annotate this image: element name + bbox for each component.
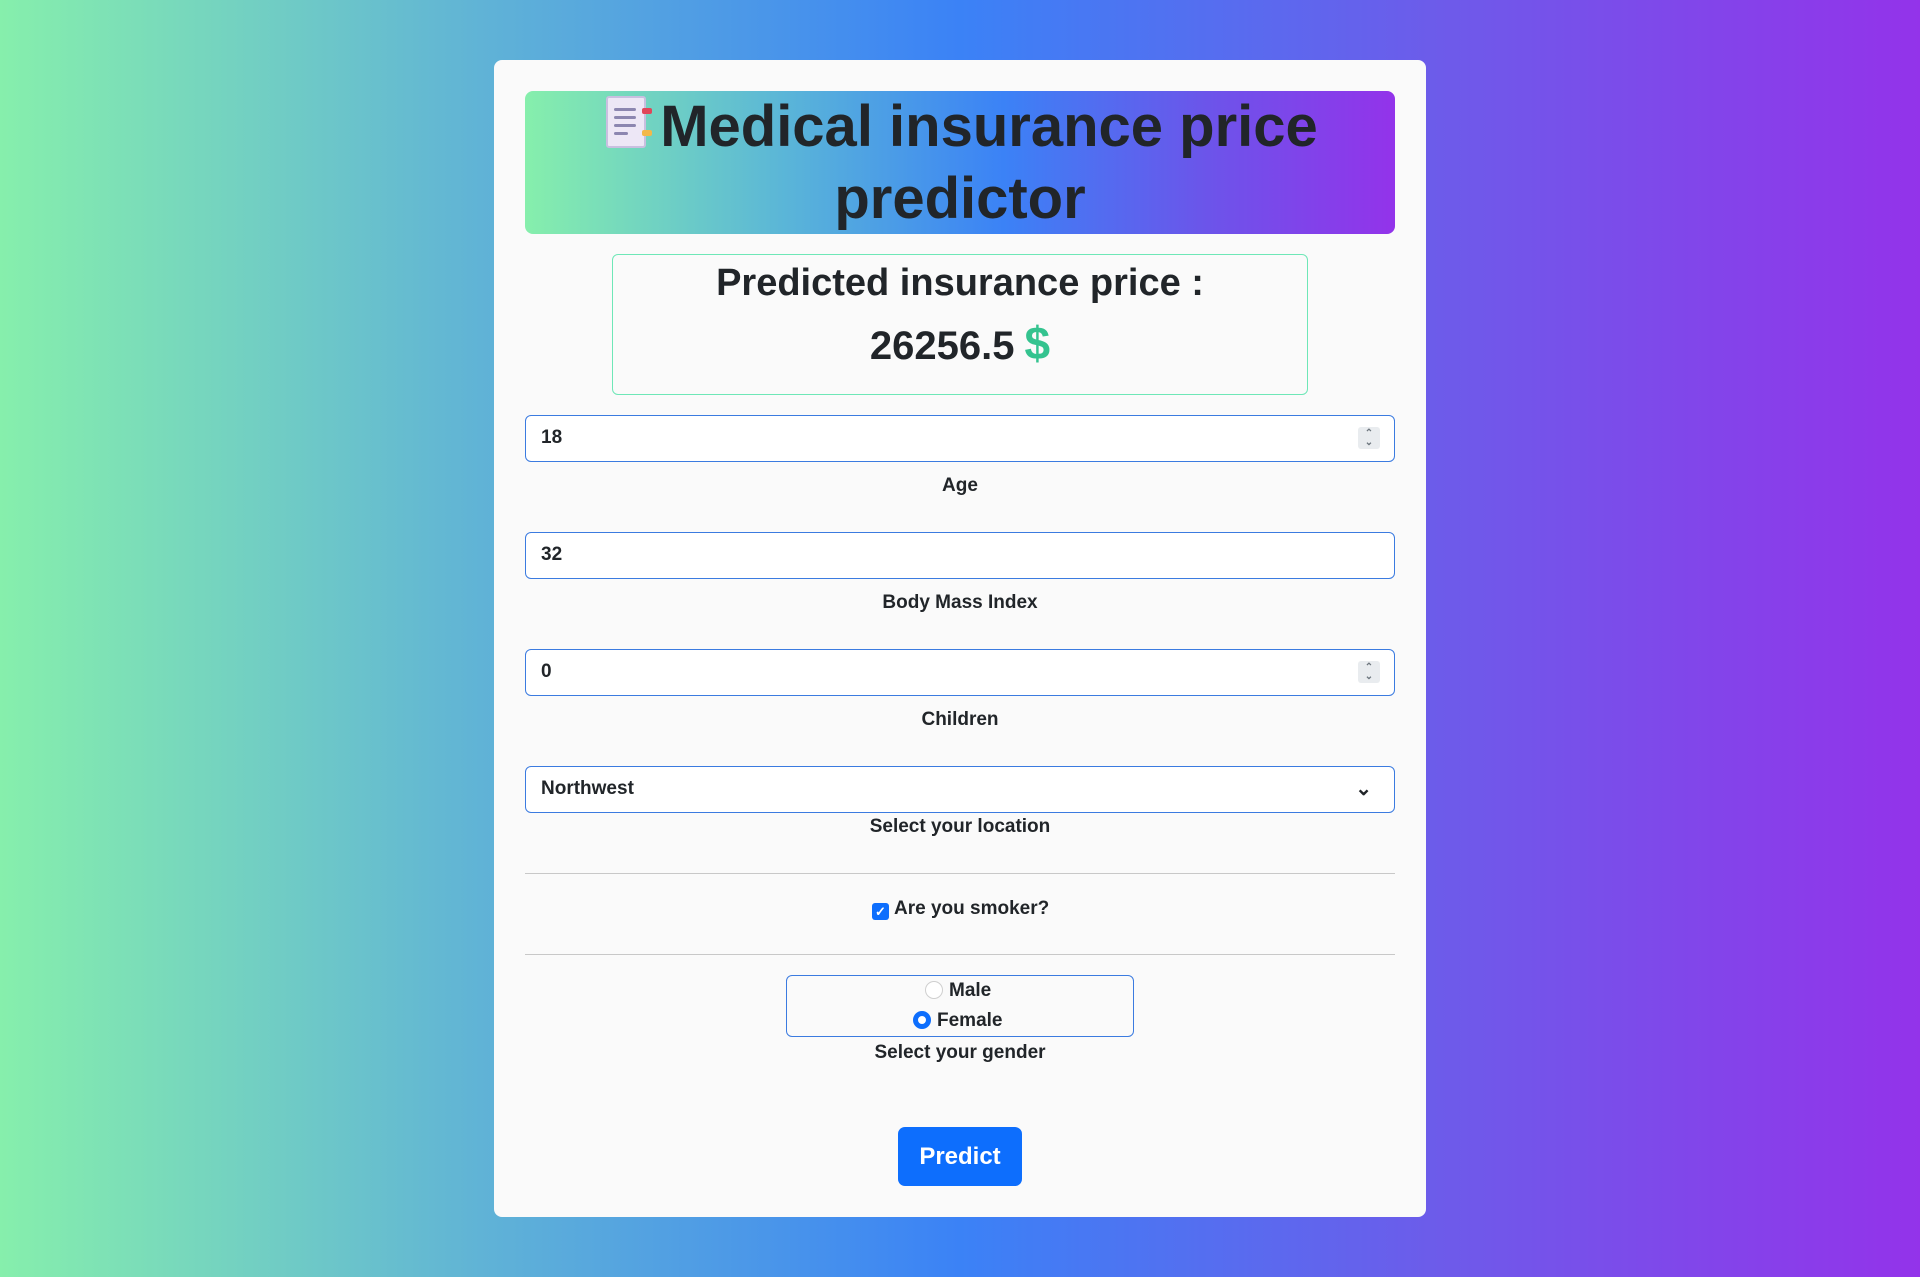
gender-radio-group: Male Female bbox=[786, 975, 1134, 1037]
location-select[interactable]: Northwest ⌄ bbox=[525, 766, 1395, 813]
smoker-label: Are you smoker? bbox=[894, 898, 1050, 919]
prediction-label: Predicted insurance price : bbox=[716, 262, 1204, 304]
chevron-down-icon: ⌄ bbox=[1355, 778, 1372, 800]
age-value: 18 bbox=[541, 427, 563, 448]
location-value: Northwest bbox=[541, 778, 634, 799]
gender-option-male[interactable]: Male bbox=[925, 980, 991, 1002]
female-radio[interactable] bbox=[913, 1011, 931, 1029]
prediction-result: Predicted insurance price : 26256.5 $ bbox=[612, 254, 1308, 395]
location-label: Select your location bbox=[869, 816, 1051, 837]
bmi-value: 32 bbox=[541, 544, 563, 565]
age-input[interactable]: 18 ⌃ ⌄ bbox=[525, 415, 1395, 462]
page-title-line1: Medical insurance price bbox=[525, 91, 1395, 163]
page-header: Medical insurance price predictor bbox=[525, 91, 1395, 234]
smoker-checkbox[interactable]: ✓ bbox=[872, 903, 889, 920]
divider bbox=[525, 873, 1395, 874]
children-input[interactable]: 0 ⌃ ⌄ bbox=[525, 649, 1395, 696]
bmi-input[interactable]: 32 bbox=[525, 532, 1395, 579]
divider bbox=[525, 954, 1395, 955]
male-label: Male bbox=[949, 980, 992, 1001]
smoker-checkbox-row[interactable]: ✓ Are you smoker? bbox=[872, 898, 1049, 920]
dollar-icon: $ bbox=[1024, 317, 1051, 369]
children-stepper[interactable]: ⌃ ⌄ bbox=[1358, 661, 1380, 683]
age-stepper[interactable]: ⌃ ⌄ bbox=[1358, 427, 1380, 449]
page-title-line2: predictor bbox=[834, 166, 1086, 231]
document-icon bbox=[602, 94, 653, 150]
female-label: Female bbox=[937, 1010, 1003, 1031]
prediction-value-row: 26256.5 $ bbox=[613, 319, 1307, 370]
predictor-card: Medical insurance price predictor Predic… bbox=[494, 60, 1426, 1217]
gender-option-female[interactable]: Female bbox=[913, 1010, 1002, 1032]
age-label: Age bbox=[942, 475, 978, 496]
predict-button[interactable]: Predict bbox=[898, 1127, 1022, 1186]
children-value: 0 bbox=[541, 661, 552, 682]
bmi-label: Body Mass Index bbox=[882, 592, 1038, 613]
children-label: Children bbox=[921, 709, 999, 730]
male-radio[interactable] bbox=[925, 981, 943, 999]
gender-label: Select your gender bbox=[874, 1042, 1046, 1063]
prediction-value: 26256.5 bbox=[869, 324, 1015, 368]
